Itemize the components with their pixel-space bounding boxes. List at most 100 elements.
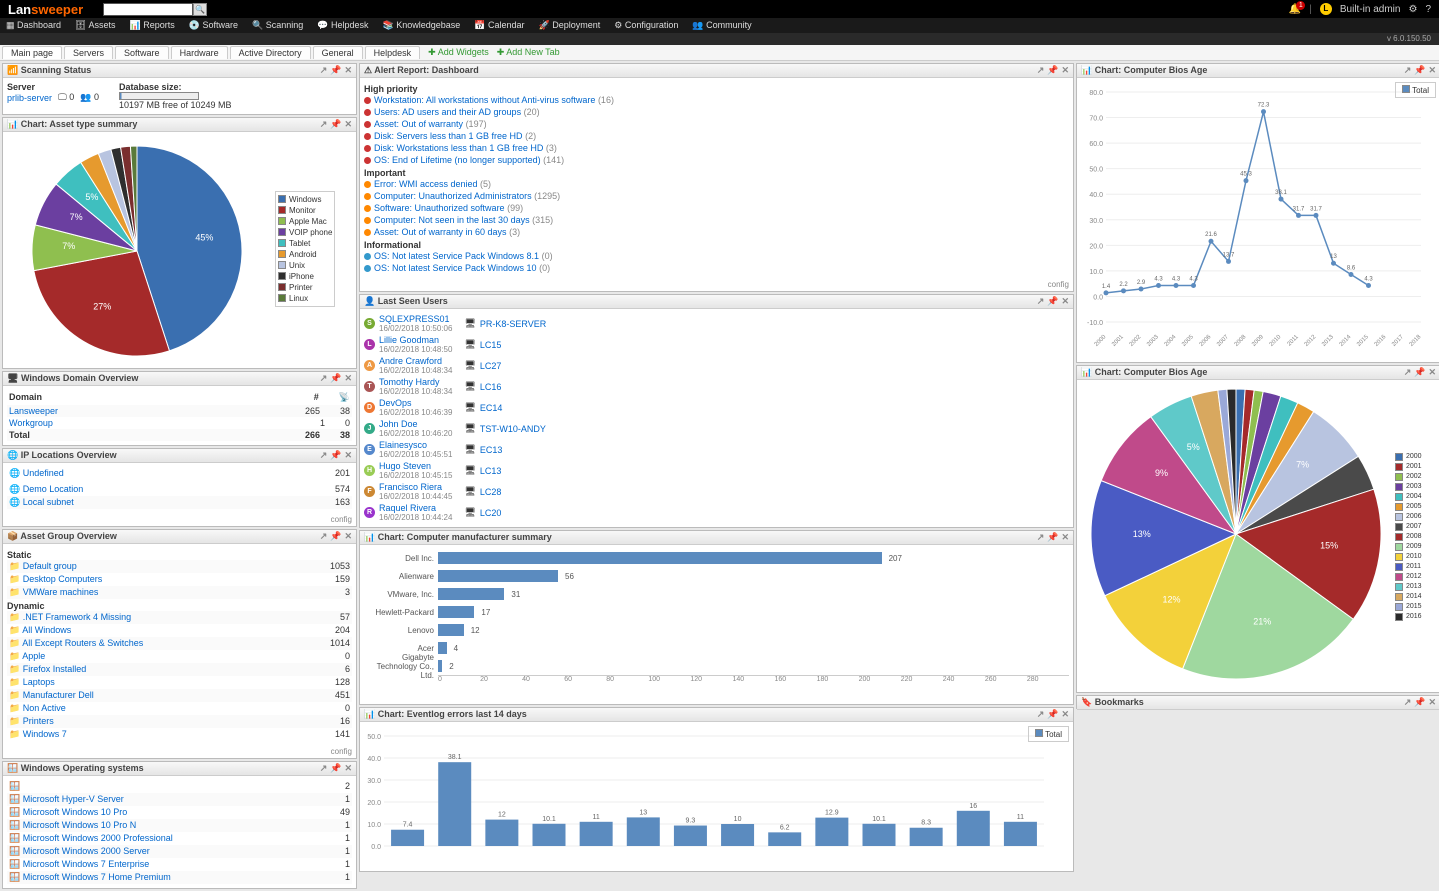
close-icon[interactable]: ✕	[1428, 697, 1436, 708]
add-widgets[interactable]: Add Widgets	[428, 47, 489, 58]
assetgroup-link[interactable]: .NET Framework 4 Missing	[23, 612, 131, 622]
alert-link[interactable]: Software: Unauthorized software (99)	[364, 202, 1069, 214]
user-link[interactable]: John Doe	[379, 419, 418, 429]
assetgroup-link[interactable]: Manufacturer Dell	[23, 690, 94, 700]
assetgroup-link[interactable]: VMWare machines	[23, 587, 99, 597]
tab-hardware[interactable]: Hardware	[171, 46, 228, 59]
assetgroup-link[interactable]: Apple	[22, 651, 45, 661]
host-link[interactable]: LC15	[480, 340, 502, 350]
alert-link[interactable]: Asset: Out of warranty (197)	[364, 118, 1069, 130]
host-link[interactable]: LC16	[480, 382, 502, 392]
server-link[interactable]: prlib-server	[7, 93, 52, 103]
help-icon[interactable]: ?	[1425, 4, 1431, 15]
menu-scanning[interactable]: 🔍 Scanning	[252, 20, 303, 31]
popout-icon[interactable]: ↗	[1037, 709, 1045, 720]
popout-icon[interactable]: ↗	[320, 119, 328, 130]
menu-software[interactable]: 💿 Software	[189, 20, 238, 31]
close-icon[interactable]: ✕	[344, 531, 352, 542]
pin-icon[interactable]: 📌	[330, 65, 341, 76]
alert-link[interactable]: Disk: Workstations less than 1 GB free H…	[364, 142, 1069, 154]
host-link[interactable]: LC27	[480, 361, 502, 371]
tab-software[interactable]: Software	[115, 46, 169, 59]
username[interactable]: Built-in admin	[1340, 4, 1401, 15]
alert-link[interactable]: OS: End of Lifetime (no longer supported…	[364, 154, 1069, 166]
pin-icon[interactable]: 📌	[1414, 367, 1425, 378]
host-link[interactable]: EC13	[480, 445, 503, 455]
popout-icon[interactable]: ↗	[320, 450, 328, 461]
search-button[interactable]: 🔍	[193, 3, 207, 16]
iploc-link[interactable]: Undefined	[23, 468, 64, 478]
menu-assets[interactable]: 🗄 Assets	[75, 20, 115, 31]
assetgroup-link[interactable]: Windows 7	[23, 729, 67, 739]
pin-icon[interactable]: 📌	[1047, 296, 1058, 307]
avatar[interactable]: L	[1320, 3, 1332, 15]
pin-icon[interactable]: 📌	[330, 450, 341, 461]
popout-icon[interactable]: ↗	[320, 65, 328, 76]
menu-reports[interactable]: 📊 Reports	[130, 20, 175, 31]
pin-icon[interactable]: 📌	[1414, 65, 1425, 76]
assetgroup-link[interactable]: Desktop Computers	[23, 574, 103, 584]
alert-link[interactable]: Workstation: All workstations without An…	[364, 94, 1069, 106]
close-icon[interactable]: ✕	[1061, 709, 1069, 720]
alert-link[interactable]: Computer: Not seen in the last 30 days (…	[364, 214, 1069, 226]
menu-community[interactable]: 👥 Community	[692, 20, 751, 31]
close-icon[interactable]: ✕	[1061, 296, 1069, 307]
user-link[interactable]: DevOps	[379, 398, 412, 408]
popout-icon[interactable]: ↗	[1404, 65, 1412, 76]
domain-link[interactable]: Workgroup	[9, 418, 53, 428]
alert-link[interactable]: Computer: Unauthorized Administrators (1…	[364, 190, 1069, 202]
menu-configuration[interactable]: ⚙ Configuration	[614, 20, 678, 31]
add-new-tab[interactable]: Add New Tab	[497, 47, 560, 58]
search-input[interactable]	[103, 3, 193, 16]
biosage-line-chart[interactable]: -10.00.010.020.030.040.050.060.070.080.0…	[1081, 82, 1436, 357]
os-link[interactable]: Microsoft Windows 7 Enterprise	[23, 859, 150, 869]
popout-icon[interactable]: ↗	[320, 763, 328, 774]
close-icon[interactable]: ✕	[1428, 65, 1436, 76]
pin-icon[interactable]: 📌	[330, 763, 341, 774]
alert-link[interactable]: OS: Not latest Service Pack Windows 8.1 …	[364, 250, 1069, 262]
host-link[interactable]: LC20	[480, 508, 502, 518]
menu-dashboard[interactable]: ▦ Dashboard	[6, 20, 61, 31]
alert-link[interactable]: Error: WMI access denied (5)	[364, 178, 1069, 190]
tab-helpdesk[interactable]: Helpdesk	[365, 46, 421, 59]
assetgroup-link[interactable]: All Except Routers & Switches	[22, 638, 143, 648]
user-link[interactable]: Andre Crawford	[379, 356, 442, 366]
os-link[interactable]: Microsoft Windows 10 Pro N	[23, 820, 137, 830]
close-icon[interactable]: ✕	[1428, 367, 1436, 378]
eventlog-chart[interactable]: 0.010.020.030.040.050.07.438.11210.11113…	[364, 726, 1064, 866]
assetgroup-link[interactable]: Laptops	[23, 677, 55, 687]
notification-icon[interactable]: 🔔1	[1289, 4, 1301, 15]
popout-icon[interactable]: ↗	[1037, 532, 1045, 543]
menu-knowledgebase[interactable]: 📚 Knowledgebase	[382, 20, 460, 31]
user-link[interactable]: Hugo Steven	[379, 461, 431, 471]
user-link[interactable]: Francisco Riera	[379, 482, 442, 492]
os-link[interactable]: Microsoft Windows 2000 Server	[23, 846, 150, 856]
user-link[interactable]: Raquel Rivera	[379, 503, 436, 513]
assetgroup-link[interactable]: Firefox Installed	[23, 664, 87, 674]
menu-helpdesk[interactable]: 💬 Helpdesk	[317, 20, 368, 31]
alert-link[interactable]: Asset: Out of warranty in 60 days (3)	[364, 226, 1069, 238]
gear-icon[interactable]: ⚙	[1408, 4, 1417, 15]
popout-icon[interactable]: ↗	[320, 531, 328, 542]
popout-icon[interactable]: ↗	[1404, 367, 1412, 378]
user-link[interactable]: Elainesysco	[379, 440, 427, 450]
tab-general[interactable]: General	[313, 46, 363, 59]
pin-icon[interactable]: 📌	[330, 119, 341, 130]
pin-icon[interactable]: 📌	[1047, 709, 1058, 720]
pin-icon[interactable]: 📌	[1047, 65, 1058, 76]
assetgroup-link[interactable]: Default group	[23, 561, 77, 571]
os-link[interactable]: Microsoft Windows 2000 Professional	[23, 833, 173, 843]
host-link[interactable]: EC14	[480, 403, 503, 413]
biosage-pie[interactable]: 7%15%21%12%13%9%5%	[1081, 384, 1391, 689]
os-link[interactable]: Microsoft Hyper-V Server	[23, 794, 124, 804]
config-link[interactable]: config	[360, 278, 1073, 291]
user-link[interactable]: Lillie Goodman	[379, 335, 439, 345]
close-icon[interactable]: ✕	[1061, 532, 1069, 543]
tab-ad[interactable]: Active Directory	[230, 46, 311, 59]
popout-icon[interactable]: ↗	[320, 373, 328, 384]
user-link[interactable]: SQLEXPRESS01	[379, 314, 450, 324]
close-icon[interactable]: ✕	[1061, 65, 1069, 76]
close-icon[interactable]: ✕	[344, 119, 352, 130]
tab-servers[interactable]: Servers	[64, 46, 113, 59]
host-link[interactable]: PR-K8-SERVER	[480, 319, 546, 329]
